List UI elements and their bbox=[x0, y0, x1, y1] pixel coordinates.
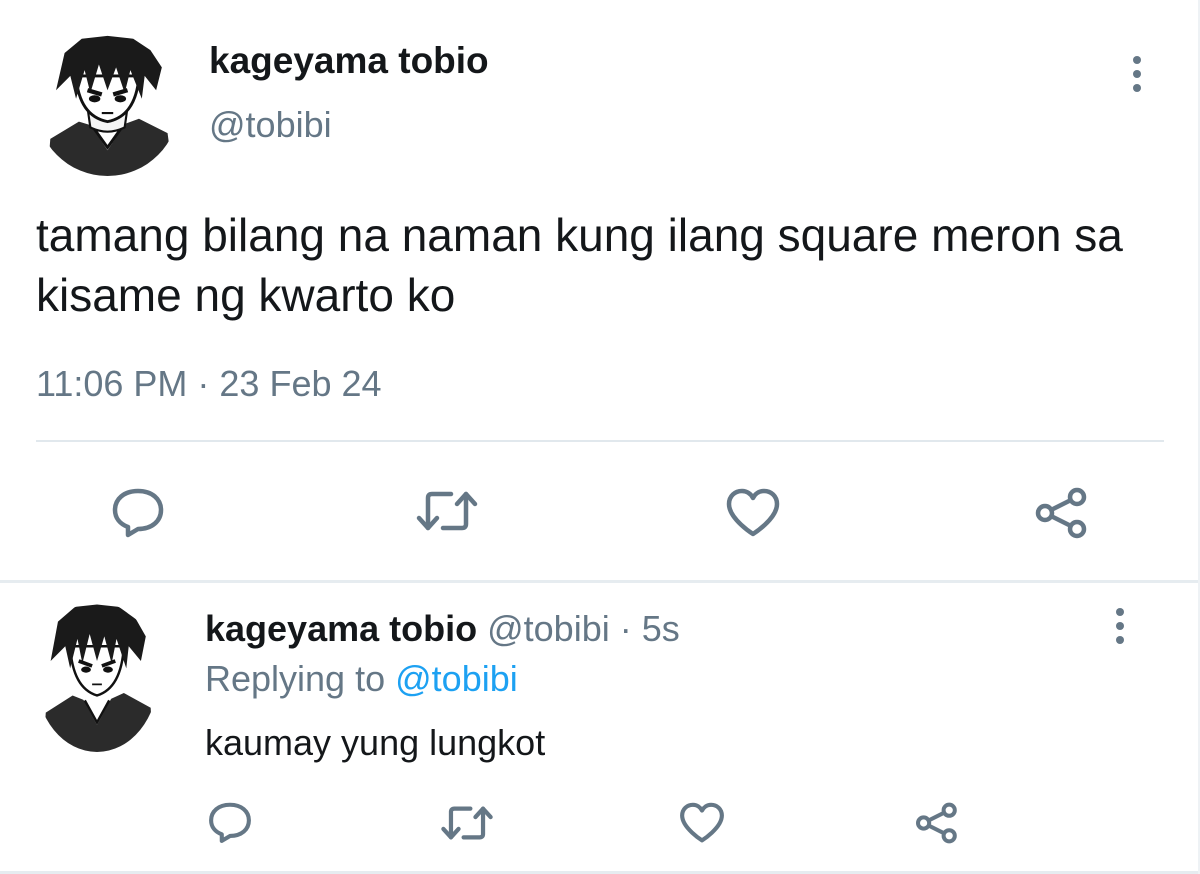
reply-author-name[interactable]: kageyama tobio bbox=[205, 608, 477, 649]
more-dot-icon bbox=[1133, 70, 1141, 78]
reply-icon bbox=[209, 802, 251, 843]
reply-text: kaumay yung lungkot bbox=[205, 722, 546, 763]
author-handle[interactable]: @tobibi bbox=[209, 104, 332, 146]
author-name[interactable]: kageyama tobio bbox=[209, 40, 489, 82]
reply-header: kageyama tobio @tobibi · 5s bbox=[205, 608, 680, 650]
reply-time[interactable]: 5s bbox=[642, 608, 680, 649]
more-dot-icon bbox=[1116, 636, 1124, 644]
tweet-timestamp[interactable]: 11:06 PM · 23 Feb 24 bbox=[36, 363, 382, 405]
like-icon bbox=[680, 802, 724, 843]
retweet-icon bbox=[416, 491, 478, 531]
more-dot-icon bbox=[1133, 56, 1141, 64]
retweet-button[interactable] bbox=[412, 486, 482, 536]
reply-reply-button[interactable] bbox=[206, 799, 254, 845]
manga-avatar-image bbox=[36, 33, 179, 176]
replying-to-line: Replying to @tobibi bbox=[205, 658, 518, 700]
reply-like-button[interactable] bbox=[677, 801, 727, 845]
reply-author-handle[interactable]: @tobibi bbox=[487, 608, 610, 649]
divider bbox=[36, 440, 1164, 442]
reply-icon bbox=[112, 488, 164, 538]
replying-to-handle-link[interactable]: @tobibi bbox=[395, 658, 518, 699]
header-separator: · bbox=[619, 608, 632, 649]
more-dot-icon bbox=[1116, 608, 1124, 616]
retweet-icon bbox=[441, 806, 493, 840]
main-tweet: kageyama tobio @tobibi tamang bilang na … bbox=[0, 0, 1200, 582]
manga-avatar-image bbox=[36, 602, 158, 752]
reply-more-options-button[interactable] bbox=[1108, 604, 1132, 648]
author-avatar[interactable] bbox=[36, 33, 179, 176]
share-button[interactable] bbox=[1032, 484, 1094, 542]
like-button[interactable] bbox=[722, 486, 784, 540]
reply-share-button[interactable] bbox=[913, 799, 963, 847]
replying-to-label: Replying to bbox=[205, 658, 386, 699]
share-icon bbox=[916, 802, 957, 844]
more-dot-icon bbox=[1116, 622, 1124, 630]
share-icon bbox=[1035, 487, 1087, 539]
reply-retweet-button[interactable] bbox=[438, 803, 496, 843]
more-options-button[interactable] bbox=[1125, 52, 1149, 96]
tweet-text: tamang bilang na naman kung ilang square… bbox=[36, 209, 1123, 321]
more-dot-icon bbox=[1133, 84, 1141, 92]
tweet-separator bbox=[0, 580, 1200, 583]
reply-button[interactable] bbox=[108, 484, 168, 540]
like-icon bbox=[726, 488, 780, 537]
reply-author-avatar[interactable] bbox=[36, 602, 158, 752]
